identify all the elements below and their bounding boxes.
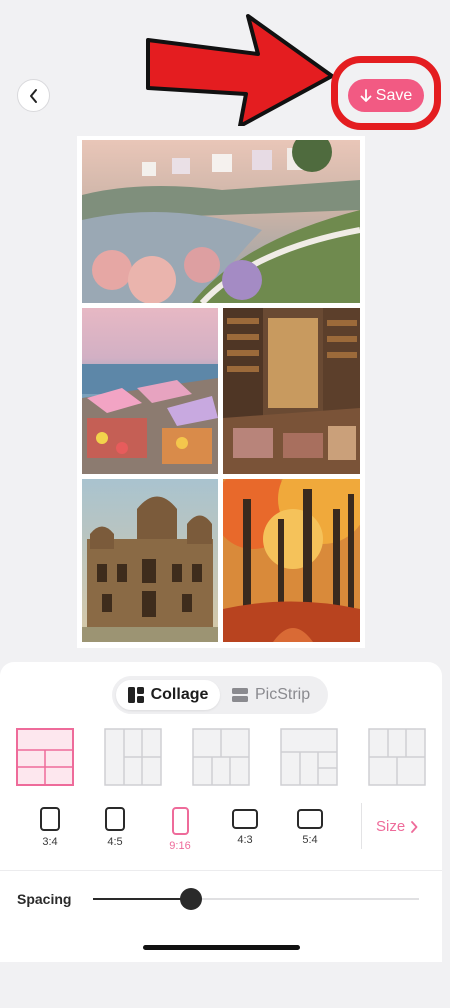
seaside-cottages-photo[interactable] (82, 140, 360, 303)
annotation-arrow (146, 14, 334, 126)
ratio-5-4[interactable]: 5:4 (290, 807, 330, 846)
tab-picstrip-label: PicStrip (255, 686, 311, 703)
size-button[interactable]: Size (376, 818, 418, 835)
back-button[interactable] (17, 79, 50, 112)
layout-option-4[interactable] (280, 728, 338, 786)
tab-collage[interactable]: Collage (116, 680, 220, 710)
chevron-right-icon (411, 820, 418, 833)
palace-photo[interactable] (82, 479, 218, 642)
slider-fill (93, 898, 191, 900)
ratio-label: 4:5 (107, 836, 123, 848)
save-button[interactable]: Save (348, 79, 424, 112)
spacing-slider[interactable] (93, 888, 419, 910)
tab-picstrip[interactable]: PicStrip (232, 680, 324, 710)
divider (0, 870, 442, 871)
ratio-4-5[interactable]: 4:5 (95, 807, 135, 848)
ratio-3-4[interactable]: 3:4 (30, 807, 70, 848)
collage-preview (77, 136, 365, 648)
spacing-label: Spacing (17, 891, 72, 907)
ratio-9-16[interactable]: 9:16 (160, 807, 200, 852)
mode-switch: Collage PicStrip (112, 676, 328, 714)
save-label: Save (375, 86, 413, 104)
grid-icon (127, 687, 144, 703)
chevron-left-icon (29, 88, 37, 103)
ratio-label: 3:4 (42, 836, 58, 848)
strip-icon (232, 688, 248, 702)
ratio-3-4-icon (40, 807, 60, 831)
ratio-4-5-icon (105, 807, 125, 831)
editor-panel: Collage PicStrip 3:4 4:5 9:16 4:3 5:4 Si… (0, 662, 442, 962)
ratio-label: 5:4 (302, 834, 318, 846)
ratio-label: 4:3 (237, 834, 253, 846)
layout-option-1[interactable] (16, 728, 74, 786)
ratio-5-4-icon (297, 809, 323, 829)
layout-option-5[interactable] (368, 728, 426, 786)
tab-collage-label: Collage (150, 686, 209, 703)
ratio-4-3-icon (232, 809, 258, 829)
arrow-down-icon (360, 88, 372, 102)
home-indicator (143, 945, 300, 950)
ratio-label: 9:16 (169, 840, 191, 852)
size-label: Size (376, 818, 406, 835)
market-stalls-photo[interactable] (82, 308, 218, 474)
layout-option-3[interactable] (192, 728, 250, 786)
layout-option-2[interactable] (104, 728, 162, 786)
autumn-forest-photo[interactable] (223, 479, 360, 642)
ratio-4-3[interactable]: 4:3 (225, 807, 265, 846)
slider-thumb[interactable] (179, 888, 202, 910)
ratio-9-16-icon (171, 807, 189, 835)
divider (361, 803, 362, 849)
bookshop-photo[interactable] (223, 308, 360, 474)
